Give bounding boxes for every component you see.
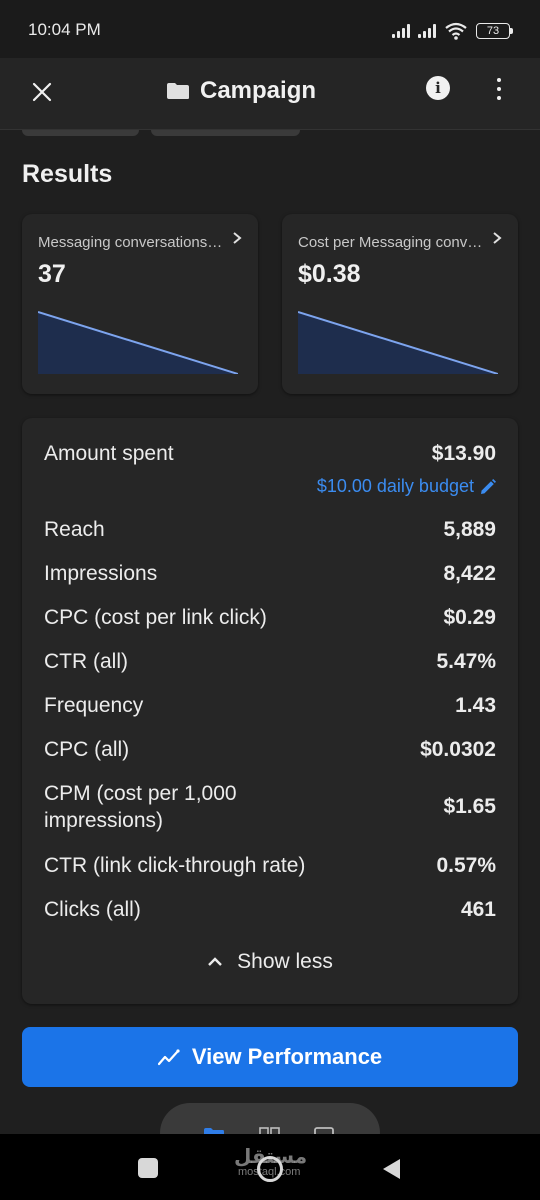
stat-row: CPC (all) $0.0302 — [44, 736, 496, 763]
stat-row: Clicks (all) 461 — [44, 896, 496, 923]
stat-label: CTR (all) — [44, 650, 128, 673]
recents-button[interactable] — [138, 1158, 158, 1178]
pencil-icon — [481, 478, 496, 494]
stat-label: Clicks (all) — [44, 898, 141, 921]
stat-value: 461 — [460, 897, 496, 921]
stat-row: Reach 5,889 — [44, 516, 496, 543]
page-title: Campaign — [200, 77, 317, 104]
back-button[interactable] — [380, 1157, 402, 1181]
system-nav-bar: مستقل mostaql.com — [0, 1134, 540, 1200]
stat-row: CTR (all) 5.47% — [44, 648, 496, 675]
close-icon — [32, 82, 52, 102]
stat-value: 5.47% — [436, 649, 496, 673]
signal-icon — [418, 24, 436, 38]
stat-value: $13.90 — [431, 441, 496, 465]
stat-value: 5,889 — [443, 517, 496, 541]
stat-label: Reach — [44, 518, 105, 541]
stat-value: $1.65 — [443, 795, 496, 818]
stat-label: CPC (cost per link click) — [44, 606, 267, 629]
metric-value: 37 — [38, 260, 66, 288]
daily-budget-link[interactable]: $10.00 daily budget — [317, 476, 496, 497]
stat-row: CPC (cost per link click) $0.29 — [44, 604, 496, 631]
stat-value: $0.0302 — [420, 737, 496, 761]
stat-row-amount-spent: Amount spent $13.90 — [44, 440, 496, 467]
results-heading: Results — [22, 160, 113, 188]
stat-label: CTR (link click-through rate) — [44, 854, 306, 877]
status-time: 10:04 PM — [28, 20, 101, 39]
stat-row: CPM (cost per 1,000 impressions) $1.65 — [44, 780, 496, 834]
metric-value: $0.38 — [298, 260, 361, 288]
chevron-right-icon — [233, 232, 242, 244]
stat-row: CTR (link click-through rate) 0.57% — [44, 852, 496, 879]
info-icon[interactable]: i — [426, 76, 450, 100]
stat-row: Impressions 8,422 — [44, 560, 496, 587]
trend-sparkline — [298, 311, 498, 374]
stat-value: 8,422 — [443, 561, 496, 585]
title-group: Campaign — [166, 74, 316, 108]
watermark-url: mostaql.com — [238, 1166, 301, 1178]
filter-chip[interactable] — [151, 130, 300, 136]
stat-label: Frequency — [44, 694, 144, 717]
stat-value: 1.43 — [455, 693, 496, 717]
stat-label: CPC (all) — [44, 738, 130, 761]
filter-chip[interactable] — [22, 130, 139, 136]
metric-label: Messaging conversations started — [38, 234, 224, 251]
stat-value: $0.29 — [443, 605, 496, 629]
stat-row: Frequency 1.43 — [44, 692, 496, 719]
stats-card: Amount spent $13.90 $10.00 daily budget … — [22, 418, 518, 1004]
show-less-toggle[interactable]: Show less — [22, 950, 518, 974]
signal-icon — [392, 24, 410, 38]
close-button[interactable] — [26, 76, 58, 108]
chevron-up-icon — [208, 957, 222, 966]
stat-value: 0.57% — [436, 853, 496, 877]
app-bar: Campaign i — [0, 58, 540, 130]
view-performance-button[interactable]: View Performance — [22, 1027, 518, 1087]
chevron-right-icon — [493, 232, 502, 244]
budget-link-label: $10.00 daily budget — [316, 476, 474, 496]
status-icons: 73 — [392, 20, 513, 42]
folder-icon — [167, 83, 189, 99]
trend-sparkline — [38, 311, 238, 374]
wifi-icon — [445, 22, 467, 40]
metric-card-cost-per-messaging[interactable]: Cost per Messaging conversation started … — [282, 214, 518, 394]
stat-label: CPM (cost per 1,000 impressions) — [44, 782, 237, 832]
metric-label: Cost per Messaging conversation started — [298, 234, 484, 251]
trend-line-icon — [157, 1049, 180, 1066]
view-performance-label: View Performance — [191, 1044, 383, 1069]
show-less-label: Show less — [237, 950, 333, 973]
battery-level: 73 — [486, 25, 500, 37]
stat-label: Impressions — [44, 562, 158, 585]
stat-label: Amount spent — [44, 442, 174, 465]
metric-card-messaging[interactable]: Messaging conversations started 37 — [22, 214, 258, 394]
status-bar: 10:04 PM 73 — [0, 0, 540, 58]
more-vertical-icon[interactable] — [487, 76, 511, 102]
battery-icon: 73 — [476, 23, 513, 39]
